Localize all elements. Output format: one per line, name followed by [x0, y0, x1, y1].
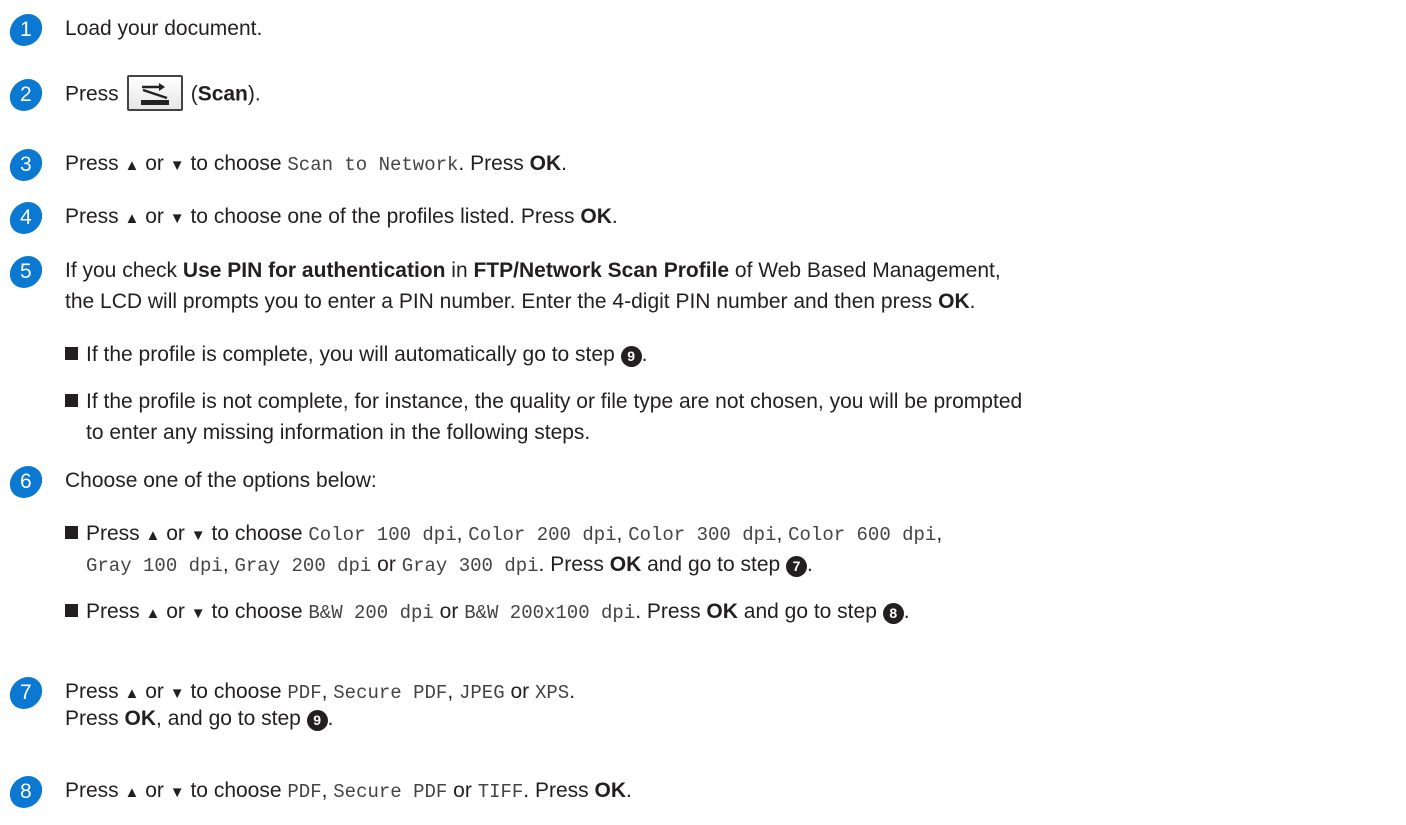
step-text: Press ▲ or ▼ to choose Scan to Network. … [65, 152, 567, 176]
down-arrow-icon: ▼ [190, 605, 206, 622]
scan-button[interactable] [126, 75, 183, 111]
down-arrow-icon: ▼ [169, 784, 185, 801]
step-text: Press (Scan). [65, 75, 261, 113]
step-text: Press ▲ or ▼ to choose one of the profil… [65, 205, 618, 228]
step-text-line-1: If you check Use PIN for authentication … [65, 259, 1001, 282]
step-ref-icon: 7 [786, 556, 808, 577]
bullet-icon [65, 347, 78, 360]
down-arrow-icon: ▼ [190, 527, 206, 544]
bullet-icon [65, 604, 78, 617]
up-arrow-icon: ▲ [124, 784, 140, 801]
step-ref-icon: 8 [882, 603, 904, 624]
scan-icon [140, 83, 169, 105]
list-item: Press ▲ or ▼ to choose B&W 200 dpi or B&… [65, 597, 910, 629]
step-number: 3 [7, 149, 45, 181]
down-arrow-icon: ▼ [169, 685, 185, 702]
step-ref-icon: 9 [306, 710, 328, 731]
step-ref-icon: 9 [620, 346, 642, 367]
bullet-icon [65, 526, 78, 539]
up-arrow-icon: ▲ [124, 157, 140, 174]
list-item-continuation: Gray 100 dpi, Gray 200 dpi or Gray 300 d… [86, 553, 813, 577]
down-arrow-icon: ▼ [169, 157, 185, 174]
up-arrow-icon: ▲ [124, 685, 140, 702]
up-arrow-icon: ▲ [124, 210, 140, 227]
step-text: Press ▲ or ▼ to choose PDF, Secure PDF o… [65, 779, 632, 803]
up-arrow-icon: ▲ [145, 605, 161, 622]
up-arrow-icon: ▲ [145, 527, 161, 544]
list-item: If the profile is not complete, for inst… [65, 387, 1022, 417]
step-number: 8 [7, 776, 45, 808]
step-number: 1 [7, 14, 45, 46]
step-number: 7 [7, 677, 45, 709]
list-item: Press ▲ or ▼ to choose Color 100 dpi, Co… [65, 519, 942, 551]
step-text: Choose one of the options below: [65, 469, 377, 492]
step-text-line-2: the LCD will prompts you to enter a PIN … [65, 290, 976, 313]
step-number: 2 [7, 79, 45, 111]
step-text: Load your document. [65, 17, 263, 40]
list-item: If the profile is complete, you will aut… [65, 340, 647, 370]
bullet-icon [65, 394, 78, 407]
step-number: 5 [7, 256, 45, 288]
step-number: 4 [7, 202, 45, 234]
step-text-line-2: Press OK, and go to step 9. [65, 707, 334, 731]
list-item-continuation: to enter any missing information in the … [86, 421, 591, 444]
down-arrow-icon: ▼ [169, 210, 185, 227]
step-number: 6 [7, 466, 45, 498]
